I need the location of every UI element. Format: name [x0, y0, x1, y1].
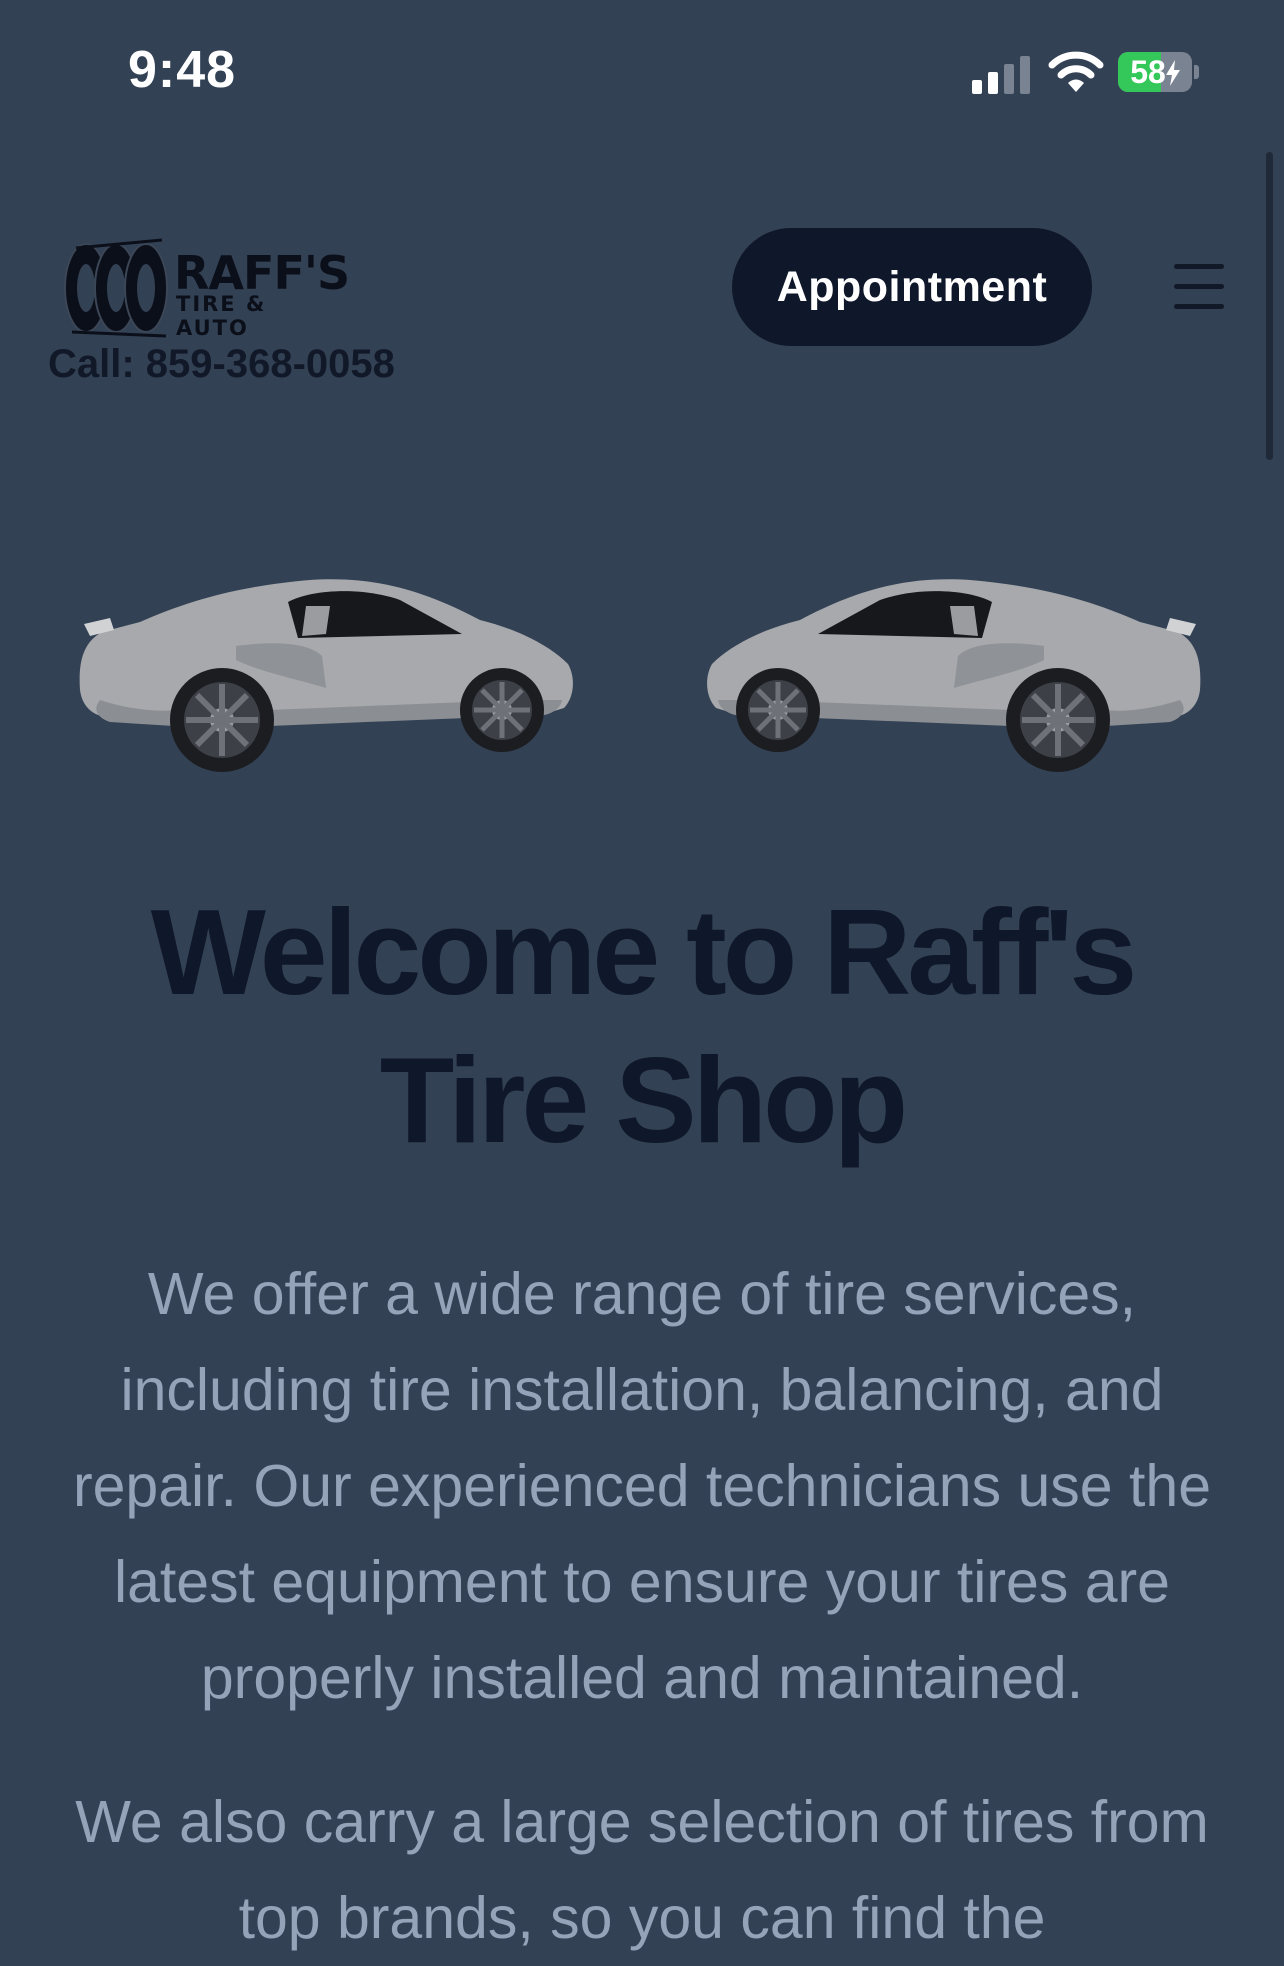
car-right	[707, 579, 1200, 772]
battery-level-text: 58	[1118, 52, 1192, 92]
page-scrollbar[interactable]	[1266, 152, 1273, 460]
status-time: 9:48	[128, 41, 237, 99]
battery-body: 58	[1118, 52, 1192, 92]
menu-bar	[1174, 284, 1224, 289]
selection-paragraph: We also carry a large selection of tires…	[75, 1789, 1209, 1951]
tire-stack-icon	[64, 238, 168, 338]
battery-indicator: 58	[1118, 52, 1199, 92]
intro-paragraph: We offer a wide range of tire services, …	[72, 1261, 1212, 1711]
page-headline: Welcome to Raff's Tire Shop	[150, 884, 1137, 1168]
menu-bar	[1174, 264, 1224, 269]
wifi-icon	[1048, 51, 1104, 92]
hamburger-menu-icon[interactable]	[1174, 264, 1224, 310]
battery-cap	[1194, 65, 1199, 79]
raffs-logo[interactable]: RAFF'S TIRE & AUTO	[62, 236, 350, 340]
charging-bolt-icon	[1165, 60, 1180, 86]
menu-bar	[1174, 304, 1224, 309]
hero-cars-image	[70, 560, 1210, 790]
appointment-button[interactable]: Appointment	[732, 228, 1092, 346]
logo-tagline: TIRE & AUTO	[176, 292, 267, 340]
call-phone-link[interactable]: Call: 859-368-0058	[48, 342, 395, 387]
cellular-signal-icon	[972, 56, 1030, 94]
car-left	[80, 579, 573, 772]
